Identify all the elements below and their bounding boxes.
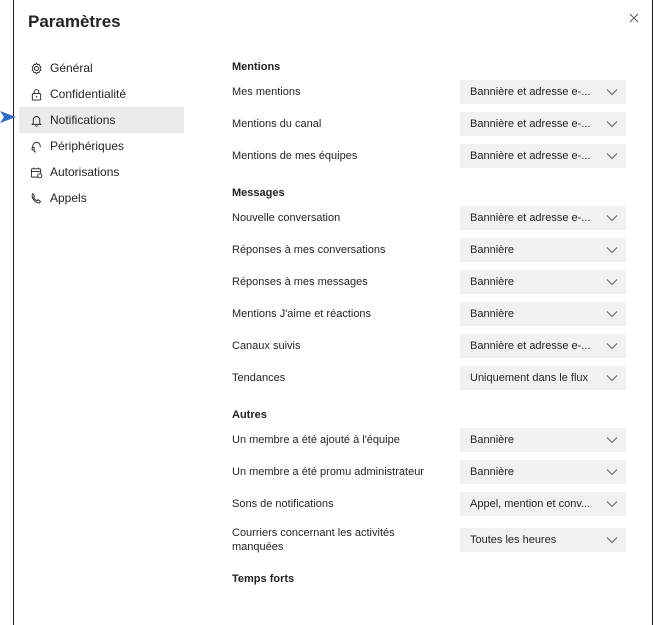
chevron-down-icon [606, 343, 618, 350]
dropdown-value: Bannière [470, 276, 515, 288]
phone-icon [29, 191, 43, 205]
settings-sidebar: Général Confidentialité Notifications Pé… [19, 55, 184, 211]
setting-label: Courriers concernant les activités manqu… [232, 527, 395, 553]
permissions-icon [29, 165, 43, 179]
setting-dropdown[interactable]: Bannière [460, 270, 626, 294]
setting-row: Mentions du canal Bannière et adresse e-… [232, 108, 626, 140]
setting-row: Réponses à mes conversations Bannière [232, 234, 626, 266]
dropdown-value: Bannière et adresse e-... [470, 86, 591, 98]
sidebar-item-devices[interactable]: Périphériques [19, 133, 184, 159]
sidebar-item-permissions[interactable]: Autorisations [19, 159, 184, 185]
setting-label: Mentions de mes équipes [232, 150, 358, 162]
setting-dropdown[interactable]: Bannière [460, 460, 626, 484]
dropdown-value: Bannière [470, 308, 515, 320]
setting-row: Nouvelle conversation Bannière et adress… [232, 202, 626, 234]
section-title-messages: Messages [232, 187, 285, 199]
setting-dropdown[interactable]: Bannière [460, 238, 626, 262]
chevron-down-icon [606, 279, 618, 286]
setting-label: Réponses à mes conversations [232, 244, 386, 256]
dropdown-value: Toutes les heures [470, 534, 557, 546]
lock-icon [29, 87, 43, 101]
chevron-down-icon [606, 89, 618, 96]
settings-dialog: Paramètres Général Confidentialité Notif… [13, 0, 653, 625]
notifications-settings-panel: Mentions Mes mentions Bannière et adress… [232, 58, 626, 588]
headset-icon [29, 139, 43, 153]
setting-label: Réponses à mes messages [232, 276, 368, 288]
bell-icon [29, 113, 43, 127]
close-icon[interactable] [626, 10, 642, 26]
setting-label: Un membre a été ajouté à l'équipe [232, 434, 400, 446]
gear-icon [29, 61, 43, 75]
sidebar-item-label: Autorisations [50, 165, 120, 179]
setting-row: Un membre a été promu administrateur Ban… [232, 456, 626, 488]
section-title-other: Autres [232, 409, 267, 421]
sidebar-item-label: Périphériques [50, 139, 125, 153]
setting-label: Nouvelle conversation [232, 212, 341, 224]
dropdown-value: Bannière et adresse e-... [470, 212, 591, 224]
setting-dropdown[interactable]: Bannière et adresse e-... [460, 206, 626, 230]
pointer-arrow-icon [0, 111, 16, 123]
setting-row: Un membre a été ajouté à l'équipe Banniè… [232, 424, 626, 456]
setting-row: Réponses à mes messages Bannière [232, 266, 626, 298]
setting-label: Mes mentions [232, 86, 301, 98]
chevron-down-icon [606, 311, 618, 318]
chevron-down-icon [606, 501, 618, 508]
setting-dropdown[interactable]: Bannière et adresse e-... [460, 80, 626, 104]
chevron-down-icon [606, 121, 618, 128]
section-title-mentions: Mentions [232, 61, 281, 73]
setting-label: Sons de notifications [232, 498, 334, 510]
setting-row: Sons de notifications Appel, mention et … [232, 488, 626, 520]
dropdown-value: Uniquement dans le flux [470, 372, 589, 384]
dropdown-value: Bannière [470, 244, 515, 256]
setting-dropdown[interactable]: Bannière [460, 302, 626, 326]
setting-dropdown[interactable]: Bannière et adresse e-... [460, 334, 626, 358]
setting-row: Courriers concernant les activités manqu… [232, 520, 626, 560]
chevron-down-icon [606, 469, 618, 476]
setting-row: Canaux suivis Bannière et adresse e-... [232, 330, 626, 362]
setting-row: Mentions de mes équipes Bannière et adre… [232, 140, 626, 172]
setting-label: Mentions du canal [232, 118, 322, 130]
chevron-down-icon [606, 375, 618, 382]
setting-label: Mentions J'aime et réactions [232, 308, 372, 320]
dropdown-value: Appel, mention et conv... [470, 498, 591, 510]
sidebar-item-calls[interactable]: Appels [19, 185, 184, 211]
setting-dropdown[interactable]: Uniquement dans le flux [460, 366, 626, 390]
setting-dropdown[interactable]: Toutes les heures [460, 528, 626, 552]
setting-label: Tendances [232, 372, 286, 384]
section-title-highlights: Temps forts [232, 573, 295, 585]
sidebar-item-general[interactable]: Général [19, 55, 184, 81]
chevron-down-icon [606, 537, 618, 544]
setting-dropdown[interactable]: Bannière et adresse e-... [460, 144, 626, 168]
chevron-down-icon [606, 437, 618, 444]
dropdown-value: Bannière et adresse e-... [470, 340, 591, 352]
dropdown-value: Bannière [470, 434, 515, 446]
dropdown-value: Bannière et adresse e-... [470, 118, 591, 130]
chevron-down-icon [606, 153, 618, 160]
setting-dropdown[interactable]: Bannière et adresse e-... [460, 112, 626, 136]
sidebar-item-label: Confidentialité [50, 87, 127, 101]
setting-dropdown[interactable]: Bannière [460, 428, 626, 452]
setting-dropdown[interactable]: Appel, mention et conv... [460, 492, 626, 516]
sidebar-item-notifications[interactable]: Notifications [19, 107, 184, 133]
dropdown-value: Bannière et adresse e-... [470, 150, 591, 162]
setting-label: Un membre a été promu administrateur [232, 466, 424, 478]
setting-label: Canaux suivis [232, 340, 301, 352]
sidebar-item-label: Général [50, 61, 93, 75]
sidebar-item-label: Notifications [50, 113, 116, 127]
setting-row: Mes mentions Bannière et adresse e-... [232, 76, 626, 108]
chevron-down-icon [606, 247, 618, 254]
dropdown-value: Bannière [470, 466, 515, 478]
setting-row: Tendances Uniquement dans le flux [232, 362, 626, 394]
setting-row: Mentions J'aime et réactions Bannière [232, 298, 626, 330]
sidebar-item-privacy[interactable]: Confidentialité [19, 81, 184, 107]
chevron-down-icon [606, 215, 618, 222]
sidebar-item-label: Appels [50, 191, 87, 205]
dialog-title: Paramètres [28, 12, 121, 31]
